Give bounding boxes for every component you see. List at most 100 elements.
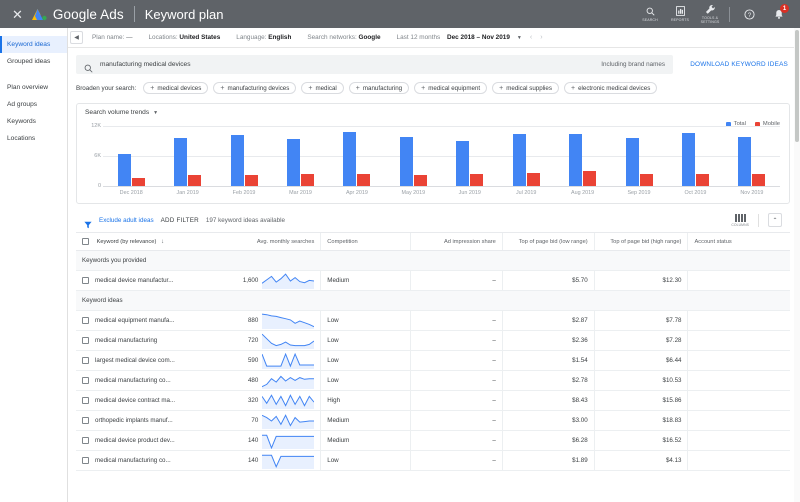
including-brand-names-toggle[interactable]: Including brand names bbox=[601, 61, 665, 68]
bar-total[interactable] bbox=[456, 140, 470, 186]
locations-field[interactable]: Locations: United States bbox=[149, 34, 221, 41]
keyword-search-box[interactable]: manufacturing medical devices Including … bbox=[76, 55, 673, 74]
bar-total[interactable] bbox=[512, 133, 526, 186]
collapse-panel-button[interactable]: ◀ bbox=[70, 31, 83, 44]
download-keyword-ideas-link[interactable]: DOWNLOAD KEYWORD IDEAS bbox=[690, 61, 790, 68]
bar-group[interactable] bbox=[554, 126, 610, 186]
bar-group[interactable] bbox=[442, 126, 498, 186]
broaden-chip-medical-devices[interactable]: + medical devices bbox=[143, 82, 209, 94]
add-filter-button[interactable]: ADD FILTER bbox=[161, 217, 199, 224]
close-icon[interactable]: ✕ bbox=[6, 8, 29, 21]
exclude-adult-ideas-filter[interactable]: Exclude adult ideas bbox=[99, 217, 154, 224]
row-checkbox[interactable] bbox=[82, 377, 89, 384]
columns-button[interactable]: COLUMNS bbox=[731, 213, 749, 227]
tools-settings-icon[interactable]: TOOLS & SETTINGS bbox=[695, 0, 725, 28]
broaden-chip-medical-equipment[interactable]: + medical equipment bbox=[414, 82, 488, 94]
column-header-bid-high[interactable]: Top of page bid (high range) bbox=[593, 233, 688, 251]
bar-total[interactable] bbox=[117, 153, 131, 186]
row-checkbox[interactable] bbox=[82, 277, 89, 284]
bar-group[interactable] bbox=[724, 126, 780, 186]
sidebar-item-plan-overview[interactable]: Plan overview bbox=[0, 79, 67, 96]
bar-total[interactable] bbox=[569, 133, 583, 186]
sidebar-item-keyword-ideas[interactable]: Keyword ideas bbox=[0, 36, 67, 54]
help-icon[interactable]: ? bbox=[734, 0, 764, 28]
column-header-ad-impression-share[interactable]: Ad impression share bbox=[410, 233, 503, 251]
reports-icon[interactable]: REPORTS bbox=[665, 0, 695, 28]
bar-mobile[interactable] bbox=[583, 171, 597, 186]
table-row[interactable]: medical device product dev... 140 Medium – $… bbox=[76, 430, 790, 451]
bar-group[interactable] bbox=[159, 126, 215, 186]
google-ads-logo[interactable]: Google Ads bbox=[31, 7, 124, 22]
vertical-scrollbar[interactable] bbox=[794, 28, 800, 502]
bar-group[interactable] bbox=[272, 126, 328, 186]
bar-mobile[interactable] bbox=[188, 175, 202, 186]
row-checkbox[interactable] bbox=[82, 457, 89, 464]
bar-mobile[interactable] bbox=[131, 177, 145, 186]
select-all-checkbox[interactable] bbox=[82, 238, 89, 245]
bar-group[interactable] bbox=[385, 126, 441, 186]
bar-total[interactable] bbox=[174, 138, 188, 186]
bar-group[interactable] bbox=[103, 126, 159, 186]
table-row[interactable]: orthopedic implants manuf... 70 Medium – $3.… bbox=[76, 410, 790, 431]
bar-mobile[interactable] bbox=[752, 174, 766, 186]
column-header-keyword[interactable]: Keyword (by relevance) ↓ bbox=[76, 233, 219, 251]
collapse-chart-button[interactable]: ⌃ bbox=[768, 213, 782, 227]
sidebar-item-locations[interactable]: Locations bbox=[0, 130, 67, 147]
bar-group[interactable] bbox=[611, 126, 667, 186]
bar-mobile[interactable] bbox=[413, 174, 427, 186]
chart-title-dropdown[interactable]: Search volume trends ▼ bbox=[77, 104, 789, 116]
table-row[interactable]: largest medical device com... 590 Low – $1.5… bbox=[76, 350, 790, 371]
bar-total[interactable] bbox=[399, 136, 413, 186]
bar-mobile[interactable] bbox=[639, 174, 653, 186]
bar-total[interactable] bbox=[230, 135, 244, 186]
table-row[interactable]: medical manufacturing co... 480 Low – $2.78 $… bbox=[76, 370, 790, 391]
chevron-down-icon[interactable]: ▼ bbox=[517, 35, 522, 41]
row-checkbox[interactable] bbox=[82, 337, 89, 344]
row-checkbox[interactable] bbox=[82, 357, 89, 364]
column-header-avg-monthly-searches[interactable]: Avg. monthly searches bbox=[218, 233, 321, 251]
sidebar-item-grouped-ideas[interactable]: Grouped ideas bbox=[0, 53, 67, 70]
table-row[interactable]: medical device manufactur... 1,600 Medium –… bbox=[76, 270, 790, 291]
broaden-chip-medical[interactable]: + medical bbox=[301, 82, 344, 94]
plan-name-field[interactable]: Plan name: — bbox=[92, 34, 133, 41]
row-checkbox[interactable] bbox=[82, 397, 89, 404]
bar-total[interactable] bbox=[286, 139, 300, 186]
table-row[interactable]: medical equipment manufa... 880 Low – $2.87 $… bbox=[76, 310, 790, 331]
bar-total[interactable] bbox=[625, 138, 639, 186]
bar-mobile[interactable] bbox=[526, 172, 540, 186]
search-networks-field[interactable]: Search networks: Google bbox=[307, 34, 380, 41]
next-period-button[interactable]: › bbox=[540, 34, 542, 41]
bar-total[interactable] bbox=[343, 131, 357, 186]
date-range-field[interactable]: Last 12 months Dec 2018 – Nov 2019 bbox=[397, 34, 510, 41]
search-icon[interactable]: SEARCH bbox=[635, 0, 665, 28]
broaden-chip-electronic-medical-devices[interactable]: + electronic medical devices bbox=[563, 82, 658, 94]
bar-mobile[interactable] bbox=[244, 175, 258, 186]
bar-mobile[interactable] bbox=[470, 174, 484, 186]
search-input[interactable]: manufacturing medical devices bbox=[100, 61, 191, 68]
bar-group[interactable] bbox=[667, 126, 723, 186]
table-row[interactable]: medical device contract ma... 320 High – $8.… bbox=[76, 390, 790, 411]
bar-total[interactable] bbox=[681, 132, 695, 186]
notifications-icon[interactable]: 1 bbox=[764, 0, 794, 28]
broaden-chip-manufacturing-devices[interactable]: + manufacturing devices bbox=[213, 82, 297, 94]
row-checkbox[interactable] bbox=[82, 437, 89, 444]
table-row[interactable]: medical manufacturing 720 Low – $2.36 $7.28 bbox=[76, 330, 790, 351]
broaden-chip-medical-supplies[interactable]: + medical supplies bbox=[492, 82, 559, 94]
broaden-chip-manufacturing[interactable]: + manufacturing bbox=[348, 82, 410, 94]
column-header-bid-low[interactable]: Top of page bid (low range) bbox=[501, 233, 595, 251]
bar-mobile[interactable] bbox=[357, 174, 371, 186]
bar-mobile[interactable] bbox=[300, 174, 314, 186]
column-header-account-status[interactable]: Account status bbox=[687, 233, 790, 251]
sidebar-item-ad-groups[interactable]: Ad groups bbox=[0, 96, 67, 113]
row-checkbox[interactable] bbox=[82, 317, 89, 324]
sidebar-item-keywords[interactable]: Keywords bbox=[0, 113, 67, 130]
bar-group[interactable] bbox=[329, 126, 385, 186]
row-checkbox[interactable] bbox=[82, 417, 89, 424]
bar-group[interactable] bbox=[498, 126, 554, 186]
column-header-competition[interactable]: Competition bbox=[320, 233, 411, 251]
prev-period-button[interactable]: ‹ bbox=[530, 34, 532, 41]
bar-total[interactable] bbox=[738, 136, 752, 186]
scrollbar-thumb[interactable] bbox=[795, 30, 799, 142]
table-row[interactable]: medical manufacturing co... 140 Low – $1.89 $… bbox=[76, 450, 790, 471]
bar-group[interactable] bbox=[216, 126, 272, 186]
